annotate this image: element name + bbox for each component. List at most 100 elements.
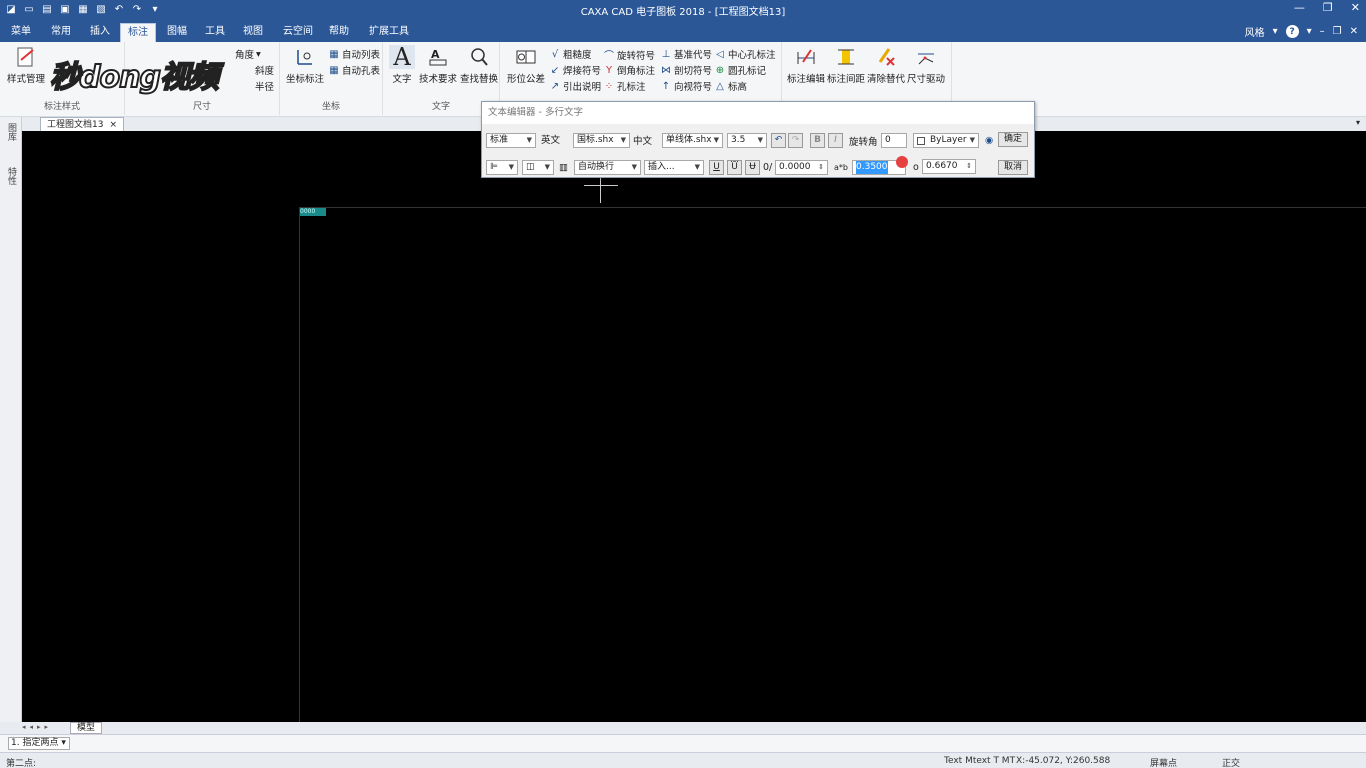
underline-button[interactable]: U [709, 160, 724, 175]
weld-icon: ↙ [550, 64, 560, 76]
dimension-edit-button[interactable]: 标注编辑 [786, 45, 826, 85]
angle-dimension-button[interactable]: 角度 ▾ [235, 47, 261, 62]
bold-button[interactable]: B [810, 133, 825, 148]
find-replace-button[interactable]: 查找替换 [459, 45, 499, 85]
style-manager-icon [13, 45, 39, 69]
section-icon: ⋈ [661, 64, 671, 76]
tab-view[interactable]: 视图 [236, 23, 270, 42]
model-tab[interactable]: 模型 [70, 722, 103, 734]
leader-note-button[interactable]: ↗ 引出说明 [549, 79, 601, 94]
chevron-down-icon: ▾ [61, 738, 66, 748]
command-option-select[interactable]: 1. 指定两点 ▾ [8, 737, 70, 750]
style-menu[interactable]: 风格 [1245, 24, 1265, 39]
find-replace-icon [466, 45, 492, 69]
text-height-select[interactable]: 3.5 ▼ [727, 133, 767, 148]
elevation-button[interactable]: △ 标高 [714, 79, 747, 94]
text-style-select[interactable]: 标准 ▼ [486, 133, 536, 148]
tech-requirement-button[interactable]: A 技术要求 [418, 45, 458, 85]
doc-minimize-button[interactable]: – [1320, 26, 1325, 37]
layout-nav-arrows[interactable]: ◂◂▸▸ [22, 723, 52, 731]
round-hole-mark-button[interactable]: ⊕ 圆孔标记 [714, 63, 766, 78]
dimension-spacing-icon [833, 45, 859, 69]
geometric-tolerance-icon [513, 45, 539, 69]
clear-override-button[interactable]: 清除替代 [866, 45, 906, 85]
undo-text-icon[interactable]: ↶ [771, 133, 786, 148]
geometric-tolerance-button[interactable]: 形位公差 [506, 45, 546, 85]
roughness-button[interactable]: √ 粗糙度 [549, 47, 592, 62]
radius-dimension-button[interactable]: 半径 [255, 79, 274, 93]
color-picker-icon[interactable]: ◉ [985, 133, 993, 148]
cancel-button[interactable]: 取消 [998, 160, 1028, 175]
auto-hole-table-button[interactable]: ▦ 自动孔表 [328, 63, 380, 78]
rotation-label: 旋转角 [849, 137, 878, 148]
dimension-spacing-button[interactable]: 标注间距 [826, 45, 866, 85]
document-tab[interactable]: 工程图文档13 × [40, 117, 124, 131]
datum-symbol-button[interactable]: ⊥ 基准代号 [660, 47, 712, 62]
rotate-symbol-icon: ⌒ [604, 51, 614, 62]
italic-button[interactable]: I [828, 133, 843, 148]
help-icon[interactable]: ? [1285, 25, 1299, 38]
layout-select[interactable]: ◫ ▼ [522, 160, 554, 175]
english-font-select[interactable]: 国标.shx ▼ [573, 133, 630, 148]
text-frame-left-edge [299, 207, 300, 722]
doc-restore-button[interactable]: ❐ [1333, 26, 1342, 37]
tab-tools[interactable]: 工具 [198, 23, 232, 42]
english-font-label: 英文 [541, 135, 561, 146]
tab-menu[interactable]: 菜单 [4, 23, 38, 42]
coordinate-dimension-button[interactable]: 坐标标注 [284, 45, 326, 85]
library-panel-tab[interactable]: 图库 [5, 123, 18, 141]
overline-button[interactable]: Ū [727, 160, 742, 175]
rotate-symbol-button[interactable]: ⌒ 旋转符号 [603, 47, 655, 63]
layout-tab-bar: ◂◂▸▸ 模型 [0, 722, 1366, 734]
tab-common[interactable]: 常用 [44, 23, 78, 42]
chinese-font-select[interactable]: 单线体.shx ▼ [662, 133, 723, 148]
insert-select[interactable]: 插入... ▼ [644, 160, 704, 175]
slope-dimension-button[interactable]: 斜度 [255, 63, 274, 77]
close-tab-icon[interactable]: × [109, 119, 117, 131]
text-button[interactable]: A 文字 [387, 43, 417, 85]
clear-override-icon [873, 45, 899, 69]
tab-help[interactable]: 帮助 [322, 23, 356, 42]
style-manager-button[interactable]: 样式管理 [6, 45, 46, 85]
wrap-select[interactable]: 自动换行 ▼ [574, 160, 641, 175]
tab-list-dropdown-icon[interactable]: ▾ [1356, 118, 1360, 127]
center-hole-button[interactable]: ◁ 中心孔标注 [714, 47, 775, 62]
slant-input[interactable]: 0.0000 ⇕ [775, 160, 828, 175]
properties-panel-tab[interactable]: 特性 [5, 167, 18, 185]
tab-extensions[interactable]: 扩展工具 [362, 23, 416, 42]
tab-insert[interactable]: 插入 [83, 23, 117, 42]
rotation-input[interactable]: 0 [881, 133, 907, 148]
auto-list-button[interactable]: ▦ 自动列表 [328, 47, 380, 62]
tab-cloud[interactable]: 云空间 [276, 23, 320, 42]
ribbon-minimize-icon[interactable]: ▾ [1307, 26, 1312, 37]
spinner-icon[interactable]: ⇕ [818, 161, 824, 174]
chevron-down-icon: ▼ [508, 163, 514, 171]
redo-text-icon[interactable]: ↷ [788, 133, 803, 148]
elevation-icon: △ [716, 80, 724, 92]
weld-symbol-button[interactable]: ↙ 焊接符号 [549, 63, 601, 78]
restore-button[interactable]: ❐ [1323, 1, 1333, 14]
dialog-title: 文本编辑器 - 多行文字 [482, 102, 1034, 124]
ortho-mode[interactable]: 正交 [1222, 756, 1240, 768]
ratio-label: o [913, 162, 919, 173]
spinner-icon[interactable]: ⇕ [966, 160, 972, 173]
section-symbol-button[interactable]: ⋈ 剖切符号 [660, 63, 712, 78]
hole-dimension-button[interactable]: ⁘ 孔标注 [603, 79, 646, 94]
doc-close-button[interactable]: ✕ [1350, 26, 1358, 37]
chamfer-dimension-button[interactable]: Y 倒角标注 [603, 63, 655, 78]
snap-mode[interactable]: 屏幕点 [1150, 756, 1177, 768]
style-dropdown-icon[interactable]: ▾ [1273, 26, 1278, 37]
dimension-drive-button[interactable]: 尺寸驱动 [906, 45, 946, 85]
view-direction-button[interactable]: ↑ 向视符号 [660, 79, 712, 94]
ok-button[interactable]: 确定 [998, 132, 1028, 147]
close-button[interactable]: ✕ [1351, 1, 1360, 14]
tab-annotate[interactable]: 标注 [120, 23, 156, 42]
minimize-button[interactable]: — [1294, 1, 1305, 14]
cursor-click-indicator [896, 156, 908, 168]
color-select[interactable]: ByLayer ▼ [913, 133, 979, 148]
align-select[interactable]: ⊫ ▼ [486, 160, 518, 175]
strikethrough-button[interactable]: Ʉ [745, 160, 760, 175]
tab-sheet[interactable]: 图幅 [160, 23, 194, 42]
drawing-canvas[interactable]: 0000 [22, 131, 1366, 722]
width-ratio-input[interactable]: 0.6670 ⇕ [922, 159, 976, 174]
